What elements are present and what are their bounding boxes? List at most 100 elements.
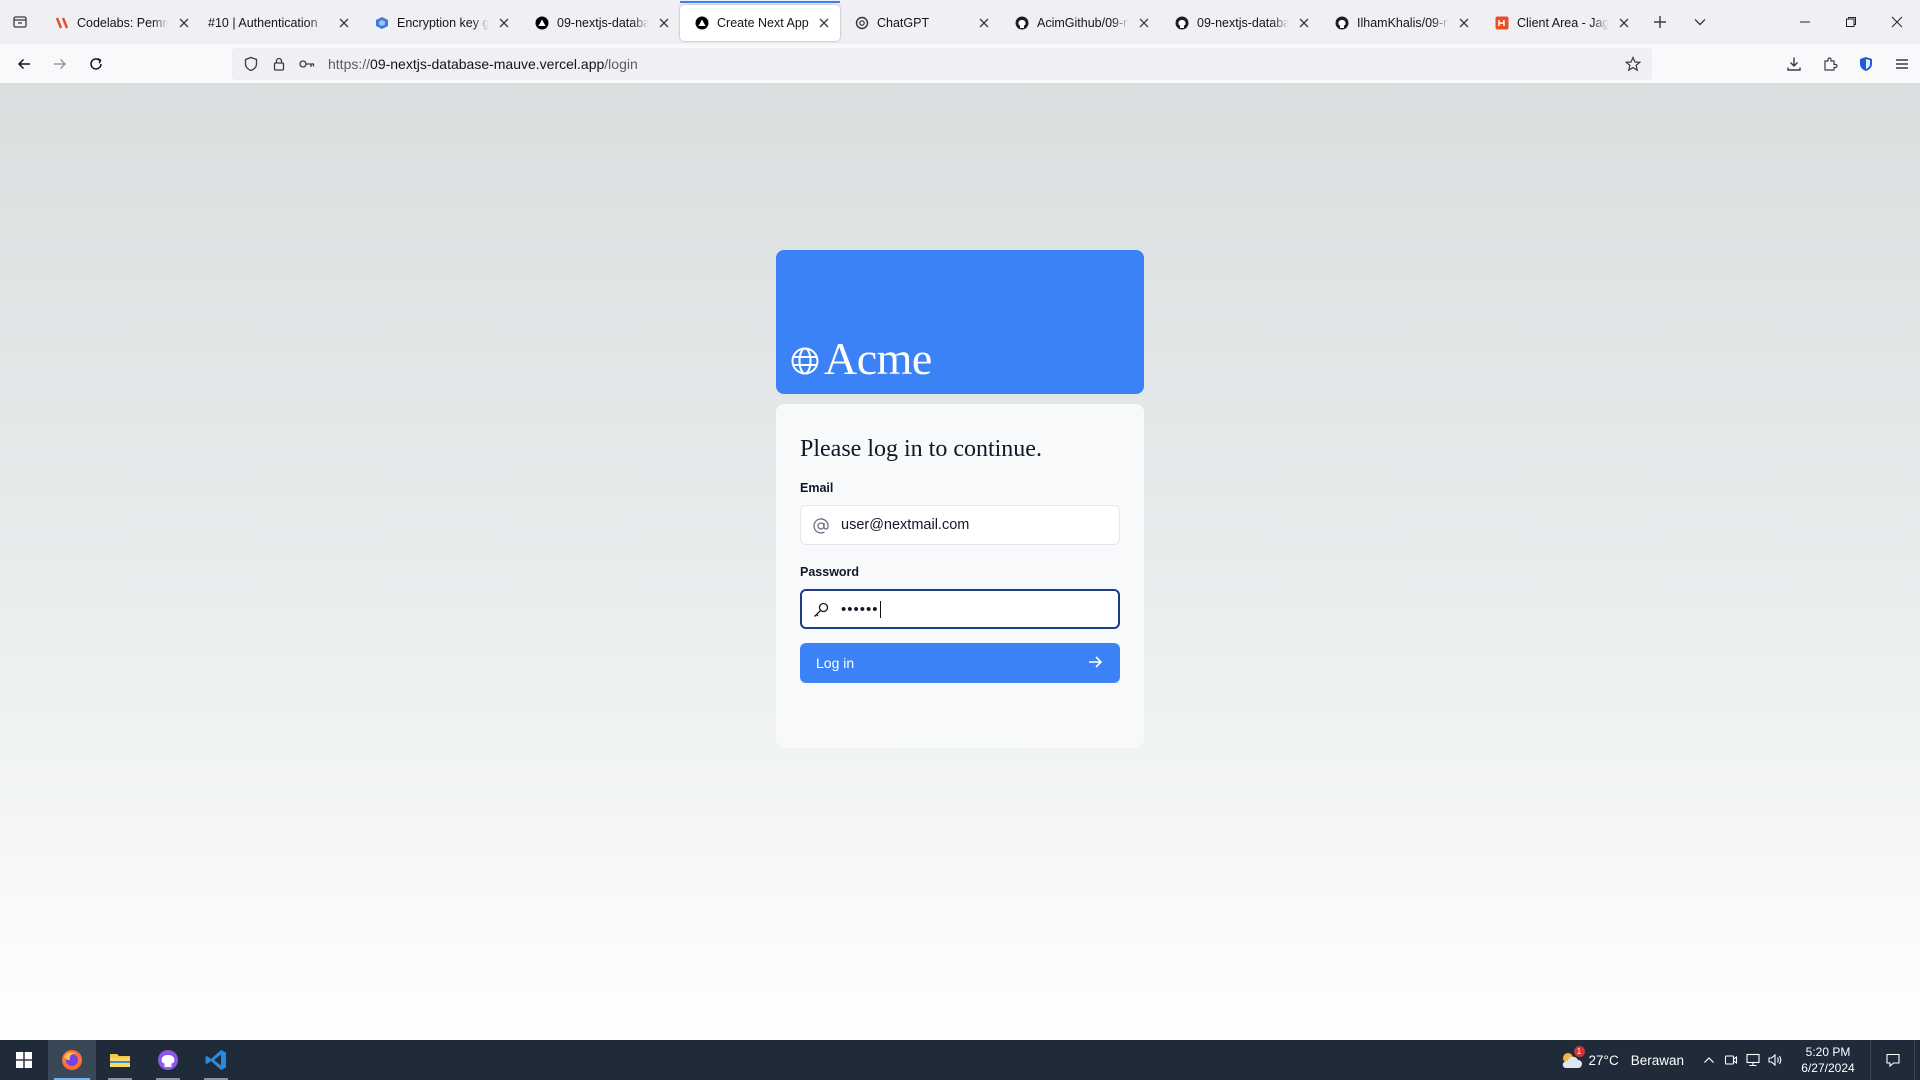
close-window-icon[interactable] [1874, 0, 1920, 44]
email-field[interactable]: user@nextmail.com [800, 505, 1120, 545]
bookmark-star-icon[interactable] [1622, 53, 1644, 75]
address-bar[interactable]: https://09-nextjs-database-mauve.vercel.… [232, 48, 1652, 80]
chevron-down-icon[interactable] [1680, 0, 1720, 44]
tab-create-next-app[interactable]: Create Next App [680, 1, 840, 41]
new-tab-icon[interactable] [1640, 0, 1680, 44]
tab-title: 09-nextjs-database [1197, 16, 1289, 30]
tab-authentication[interactable]: #10 | Authentication [200, 5, 360, 41]
close-tab-icon[interactable] [1616, 15, 1632, 31]
weather-widget[interactable]: 1 27°C Berawan [1559, 1046, 1684, 1071]
url-path: /login [604, 56, 638, 72]
restore-icon[interactable] [1828, 0, 1874, 44]
clock-date: 6/27/2024 [1801, 1061, 1855, 1075]
meet-now-camera-icon[interactable] [1720, 1040, 1742, 1080]
password-field[interactable]: •••••• [800, 589, 1120, 629]
key-icon[interactable] [296, 53, 318, 75]
notifications-icon[interactable] [1870, 1040, 1914, 1080]
bitwarden-shield-icon[interactable] [1848, 48, 1884, 80]
toolbar-right [1776, 48, 1920, 80]
url-scheme: https:// [328, 56, 371, 72]
hamburger-menu-icon[interactable] [1884, 48, 1920, 80]
tab-loading-indicator [680, 1, 840, 3]
weather-temperature: 27°C [1588, 1052, 1619, 1068]
close-tab-icon[interactable] [496, 15, 512, 31]
login-container: Acme Please log in to continue. Email us… [776, 250, 1144, 748]
login-form: Please log in to continue. Email user@ne… [776, 404, 1144, 748]
file-explorer-taskbar-icon[interactable] [96, 1040, 144, 1080]
password-value: •••••• [841, 600, 879, 618]
lock-icon[interactable] [268, 53, 290, 75]
weather-alert-badge: 1 [1573, 1046, 1585, 1057]
url-host: 09-nextjs-database-mauve.vercel.app [370, 56, 605, 72]
chevron-up-icon[interactable] [1698, 1040, 1720, 1080]
text-caret [879, 600, 881, 618]
close-tab-icon[interactable] [336, 15, 352, 31]
window-controls [1782, 0, 1920, 44]
acme-logo-banner: Acme [776, 250, 1144, 394]
system-tray: 1 27°C Berawan 5:20 PM 6/27/2024 [1559, 1040, 1920, 1080]
email-label: Email [800, 481, 834, 495]
at-sign-icon [812, 517, 830, 539]
tab-title: IlhamKhalis/09-nex [1357, 16, 1449, 30]
arrow-right-icon [1086, 653, 1104, 674]
tab-title: Encryption key gen [397, 16, 489, 30]
navigation-toolbar: https://09-nextjs-database-mauve.vercel.… [0, 44, 1920, 84]
github-favicon-icon [1334, 15, 1350, 31]
tracking-protection-shield-icon[interactable] [240, 53, 262, 75]
login-heading: Please log in to continue. [800, 436, 1042, 462]
login-button-label: Log in [816, 655, 855, 671]
show-desktop-button[interactable] [1914, 1040, 1920, 1080]
close-tab-icon[interactable] [1136, 15, 1152, 31]
reload-icon[interactable] [78, 48, 114, 80]
vscode-taskbar-icon[interactable] [192, 1040, 240, 1080]
email-value: user@nextmail.com [841, 517, 970, 533]
windows-start-icon[interactable] [0, 1040, 48, 1080]
cloudy-weather-icon: 1 [1559, 1046, 1585, 1071]
tab-title: ChatGPT [877, 16, 930, 30]
list-all-tabs-icon[interactable] [0, 0, 40, 44]
tab-codelabs[interactable]: Codelabs: Pemrogr [40, 5, 200, 41]
tab-encryption-key[interactable]: Encryption key gen [360, 5, 520, 41]
clock[interactable]: 5:20 PM 6/27/2024 [1790, 1044, 1866, 1076]
close-tab-icon[interactable] [656, 15, 672, 31]
firefox-taskbar-icon[interactable] [48, 1040, 96, 1080]
github-favicon-icon [1174, 15, 1190, 31]
close-tab-icon[interactable] [816, 15, 832, 31]
close-tab-icon[interactable] [176, 15, 192, 31]
github-favicon-icon [1014, 15, 1030, 31]
key-icon [812, 601, 830, 623]
tab-nextjs-database[interactable]: 09-nextjs-database [520, 5, 680, 41]
tab-acimgithub[interactable]: AcimGithub/09-nex [1000, 5, 1160, 41]
back-arrow-icon[interactable] [6, 48, 42, 80]
url-text: https://09-nextjs-database-mauve.vercel.… [328, 56, 638, 72]
tab-title: Client Area - Jagoan [1517, 16, 1609, 30]
tabs: Codelabs: Pemrogr #10 | Authentication E… [40, 0, 1640, 44]
downloads-icon[interactable] [1776, 48, 1812, 80]
globe-icon [790, 346, 820, 379]
minimize-icon[interactable] [1782, 0, 1828, 44]
encryption-favicon-icon [374, 15, 390, 31]
close-tab-icon[interactable] [976, 15, 992, 31]
clock-time: 5:20 PM [1805, 1045, 1851, 1059]
windows-taskbar: 1 27°C Berawan 5:20 PM 6/27/2024 [0, 1040, 1920, 1080]
close-tab-icon[interactable] [1456, 15, 1472, 31]
login-button[interactable]: Log in [800, 643, 1120, 683]
network-icon[interactable] [1742, 1040, 1764, 1080]
tab-chatgpt[interactable]: ChatGPT [840, 5, 1000, 41]
tab-nextjs-database-github[interactable]: 09-nextjs-database [1160, 5, 1320, 41]
jagoan-favicon-icon [1494, 15, 1510, 31]
vercel-favicon-icon [694, 15, 710, 31]
tab-title: #10 | Authentication [208, 16, 318, 30]
tab-client-area[interactable]: Client Area - Jagoan [1480, 5, 1640, 41]
tab-ilhamkhalis[interactable]: IlhamKhalis/09-nex [1320, 5, 1480, 41]
tab-title: Create Next App [717, 16, 809, 30]
close-tab-icon[interactable] [1296, 15, 1312, 31]
github-desktop-taskbar-icon[interactable] [144, 1040, 192, 1080]
chatgpt-favicon-icon [854, 15, 870, 31]
brand-name: Acme [824, 333, 932, 384]
tab-title: 09-nextjs-database [557, 16, 649, 30]
extensions-puzzle-icon[interactable] [1812, 48, 1848, 80]
weather-condition: Berawan [1630, 1052, 1684, 1068]
forward-arrow-icon[interactable] [42, 48, 78, 80]
volume-icon[interactable] [1764, 1040, 1786, 1080]
